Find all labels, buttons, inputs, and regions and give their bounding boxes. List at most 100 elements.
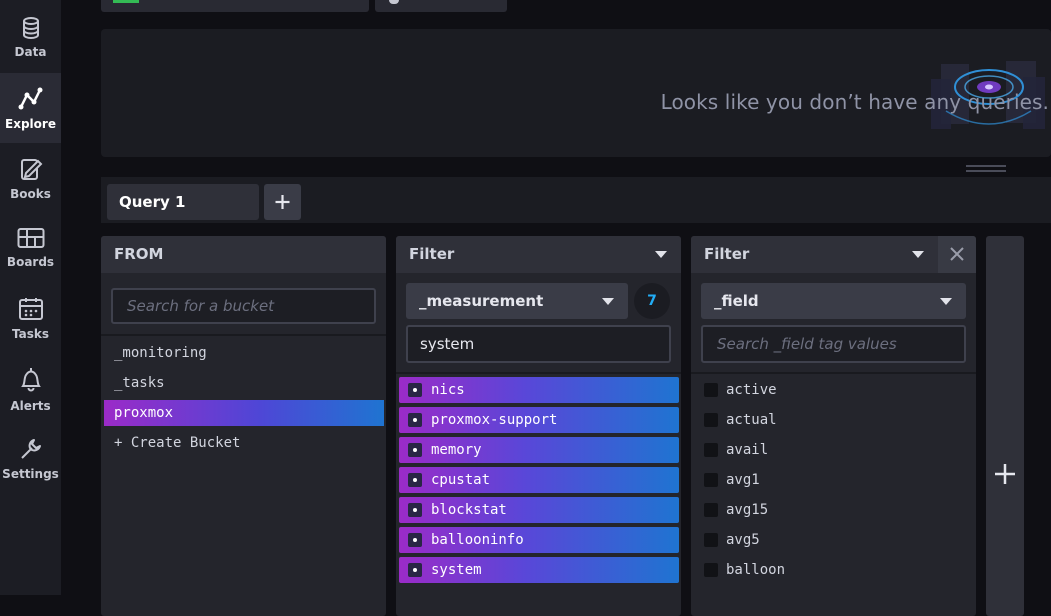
field-label: avg15 [726, 502, 769, 518]
tag-key-dropdown[interactable]: _field [701, 283, 966, 319]
remove-filter-button[interactable] [938, 236, 976, 273]
field-item[interactable]: balloon [694, 557, 974, 583]
measurement-label: system [431, 562, 482, 578]
filter-panel-header[interactable]: Filter [691, 236, 976, 273]
nav-explore[interactable]: Explore [0, 73, 61, 143]
selected-count-badge: 7 [634, 283, 670, 319]
explore-icon [18, 87, 42, 110]
notebook-icon [20, 159, 42, 180]
bucket-search-input[interactable]: Search for a bucket [111, 288, 376, 324]
field-item[interactable]: avg15 [694, 497, 974, 523]
gear-icon [389, 0, 399, 4]
checkbox-checked[interactable] [408, 473, 422, 487]
checkbox-checked[interactable] [408, 413, 422, 427]
checkbox-unchecked[interactable] [704, 563, 718, 577]
nav-alerts[interactable]: Alerts [0, 353, 61, 423]
field-label: avg5 [726, 532, 760, 548]
panel-resize-handle[interactable] [966, 165, 1006, 172]
field-label: actual [726, 412, 777, 428]
measurement-item[interactable]: memory [399, 437, 679, 463]
checkbox-checked[interactable] [408, 503, 422, 517]
nav-label: Boards [6, 255, 55, 269]
checkbox-checked[interactable] [408, 383, 422, 397]
status-bar [113, 0, 139, 3]
measurement-item[interactable]: proxmox-support [399, 407, 679, 433]
query-tabs-bar: Query 1 [101, 177, 1051, 223]
add-filter-button[interactable] [986, 236, 1024, 616]
script-editor-toggle[interactable] [101, 0, 369, 12]
nav-label: Books [10, 187, 51, 201]
field-search-input[interactable]: Search _field tag values [701, 325, 966, 363]
nav-label: Tasks [11, 327, 49, 341]
field-label: avg1 [726, 472, 760, 488]
measurement-item[interactable]: nics [399, 377, 679, 403]
create-bucket-button[interactable]: + Create Bucket [104, 430, 384, 456]
filter-panel-header[interactable]: Filter [396, 236, 681, 273]
checkbox-unchecked[interactable] [704, 533, 718, 547]
divider [101, 334, 386, 336]
field-item[interactable]: avg5 [694, 527, 974, 553]
measurement-item[interactable]: ballooninfo [399, 527, 679, 553]
measurement-label: blockstat [431, 502, 507, 518]
wrench-icon [20, 439, 41, 459]
chevron-down-icon [940, 298, 952, 305]
chevron-down-icon[interactable] [912, 251, 924, 258]
nav-tasks[interactable]: Tasks [0, 283, 61, 353]
checkbox-checked[interactable] [408, 563, 422, 577]
measurement-label: ballooninfo [431, 532, 524, 548]
plus-icon [995, 464, 1015, 484]
field-item[interactable]: active [694, 377, 974, 403]
checkbox-unchecked[interactable] [704, 413, 718, 427]
nav-label: Settings [2, 467, 59, 481]
sidebar: Data Explore Books Boards Tasks Alerts S… [0, 0, 61, 595]
nav-label: Alerts [10, 399, 51, 413]
database-icon [22, 17, 39, 39]
field-item[interactable]: avg1 [694, 467, 974, 493]
nav-settings[interactable]: Settings [0, 423, 61, 493]
graph-panel: Looks like you don’t have any queries. [101, 29, 1051, 157]
checkbox-checked[interactable] [408, 443, 422, 457]
field-item[interactable]: actual [694, 407, 974, 433]
tag-values-search-value: system [420, 335, 475, 353]
tag-values-search-input[interactable]: system [406, 325, 671, 363]
checkbox-checked[interactable] [408, 533, 422, 547]
measurement-label: cpustat [431, 472, 491, 488]
tag-key-value: _measurement [419, 292, 544, 310]
nav-data[interactable]: Data [0, 3, 61, 73]
bucket-item[interactable]: _monitoring [104, 340, 384, 366]
bucket-item[interactable]: _tasks [104, 370, 384, 396]
plus-icon [275, 195, 290, 209]
bucket-search-placeholder: Search for a bucket [127, 297, 275, 315]
checkbox-unchecked[interactable] [704, 503, 718, 517]
bell-icon [20, 368, 41, 392]
field-item[interactable]: avail [694, 437, 974, 463]
tab-query-1[interactable]: Query 1 [107, 184, 259, 220]
divider [691, 372, 976, 374]
empty-state-message: Looks like you don’t have any queries. [660, 90, 1049, 114]
main-content: Looks like you don’t have any queries. Q… [61, 0, 1051, 616]
field-label: active [726, 382, 777, 398]
add-query-button[interactable] [264, 184, 301, 220]
checkbox-unchecked[interactable] [704, 473, 718, 487]
from-panel-header: FROM [101, 236, 386, 273]
measurement-item[interactable]: cpustat [399, 467, 679, 493]
measurement-item[interactable]: blockstat [399, 497, 679, 523]
close-icon [950, 247, 964, 261]
chevron-down-icon[interactable] [655, 251, 667, 258]
filter-panel-measurement: Filter _measurement 7 system nics proxmo… [396, 236, 681, 616]
nav-books[interactable]: Books [0, 143, 61, 213]
bucket-item-selected[interactable]: proxmox [104, 400, 384, 426]
dashboard-icon [17, 228, 44, 248]
tag-key-dropdown[interactable]: _measurement [406, 283, 628, 319]
settings-button[interactable] [375, 0, 507, 12]
measurement-item[interactable]: system [399, 557, 679, 583]
checkbox-unchecked[interactable] [704, 383, 718, 397]
tag-key-value: _field [714, 292, 759, 310]
checkbox-unchecked[interactable] [704, 443, 718, 457]
filter-header-label: Filter [409, 245, 455, 263]
nav-boards[interactable]: Boards [0, 213, 61, 283]
measurement-label: memory [431, 442, 482, 458]
field-label: avail [726, 442, 769, 458]
measurement-label: nics [431, 382, 465, 398]
divider [396, 372, 681, 374]
